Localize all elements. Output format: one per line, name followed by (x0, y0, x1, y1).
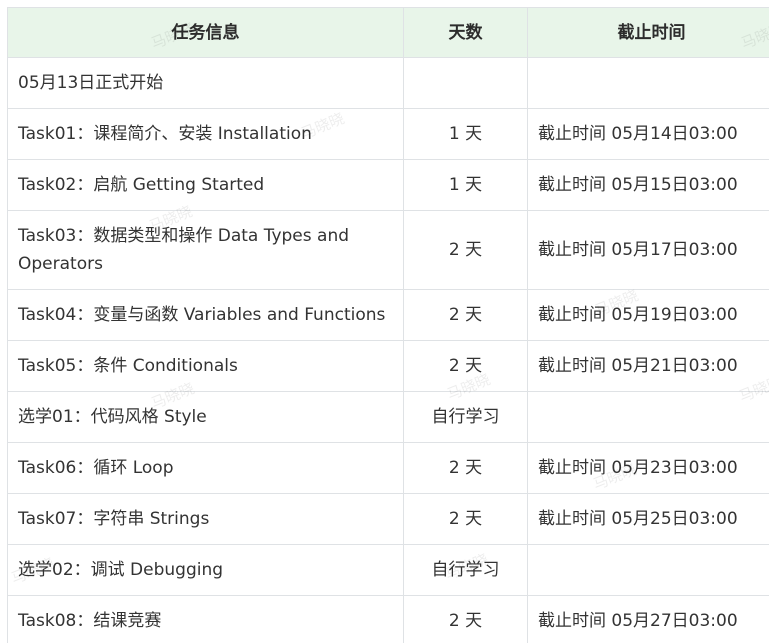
task-cell: Task07：字符串 Strings (7, 493, 404, 545)
days-cell: 2 天 (403, 442, 528, 494)
header-row: 任务信息 天数 截止时间 (7, 7, 769, 58)
deadline-cell (527, 544, 769, 596)
header-days: 天数 (403, 7, 528, 58)
days-cell: 2 天 (403, 493, 528, 545)
task-cell: 选学01：代码风格 Style (7, 391, 404, 443)
table-row: 选学01：代码风格 Style 自行学习 (7, 391, 769, 443)
days-cell: 2 天 (403, 289, 528, 341)
deadline-cell: 截止时间 05月19日03:00 (527, 289, 769, 341)
deadline-cell: 截止时间 05月21日03:00 (527, 340, 769, 392)
days-cell: 2 天 (403, 595, 528, 643)
deadline-cell (527, 57, 769, 109)
table-row: Task06：循环 Loop 2 天 截止时间 05月23日03:00 (7, 442, 769, 494)
table-header: 任务信息 天数 截止时间 (7, 7, 769, 58)
table-body: 05月13日正式开始 Task01：课程简介、安装 Installation 1… (7, 57, 769, 643)
deadline-cell: 截止时间 05月15日03:00 (527, 159, 769, 211)
days-cell: 1 天 (403, 108, 528, 160)
table-row: Task07：字符串 Strings 2 天 截止时间 05月25日03:00 (7, 493, 769, 545)
schedule-table-container: 任务信息 天数 截止时间 05月13日正式开始 Task01：课程简介、安装 I… (7, 7, 769, 643)
days-cell (403, 57, 528, 109)
days-cell: 自行学习 (403, 544, 528, 596)
days-cell: 2 天 (403, 210, 528, 290)
deadline-cell: 截止时间 05月27日03:00 (527, 595, 769, 643)
deadline-cell: 截止时间 05月23日03:00 (527, 442, 769, 494)
task-cell: Task05：条件 Conditionals (7, 340, 404, 392)
task-cell: Task02：启航 Getting Started (7, 159, 404, 211)
task-cell: Task08：结课竞赛 (7, 595, 404, 643)
task-cell: Task06：循环 Loop (7, 442, 404, 494)
task-cell: 05月13日正式开始 (7, 57, 404, 109)
table-row: Task03：数据类型和操作 Data Types and Operators … (7, 210, 769, 290)
table-row: 选学02：调试 Debugging 自行学习 (7, 544, 769, 596)
task-cell: Task01：课程简介、安装 Installation (7, 108, 404, 160)
days-cell: 自行学习 (403, 391, 528, 443)
table-row: Task04：变量与函数 Variables and Functions 2 天… (7, 289, 769, 341)
deadline-cell: 截止时间 05月17日03:00 (527, 210, 769, 290)
task-cell: 选学02：调试 Debugging (7, 544, 404, 596)
header-deadline: 截止时间 (527, 7, 769, 58)
deadline-cell: 截止时间 05月25日03:00 (527, 493, 769, 545)
days-cell: 1 天 (403, 159, 528, 211)
days-cell: 2 天 (403, 340, 528, 392)
table-row: 05月13日正式开始 (7, 57, 769, 109)
table-row: Task05：条件 Conditionals 2 天 截止时间 05月21日03… (7, 340, 769, 392)
task-cell: Task03：数据类型和操作 Data Types and Operators (7, 210, 404, 290)
header-task-info: 任务信息 (7, 7, 404, 58)
table-row: Task01：课程简介、安装 Installation 1 天 截止时间 05月… (7, 108, 769, 160)
table-row: Task02：启航 Getting Started 1 天 截止时间 05月15… (7, 159, 769, 211)
table-row: Task08：结课竞赛 2 天 截止时间 05月27日03:00 (7, 595, 769, 643)
task-cell: Task04：变量与函数 Variables and Functions (7, 289, 404, 341)
deadline-cell: 截止时间 05月14日03:00 (527, 108, 769, 160)
schedule-table: 任务信息 天数 截止时间 05月13日正式开始 Task01：课程简介、安装 I… (7, 7, 769, 643)
deadline-cell (527, 391, 769, 443)
